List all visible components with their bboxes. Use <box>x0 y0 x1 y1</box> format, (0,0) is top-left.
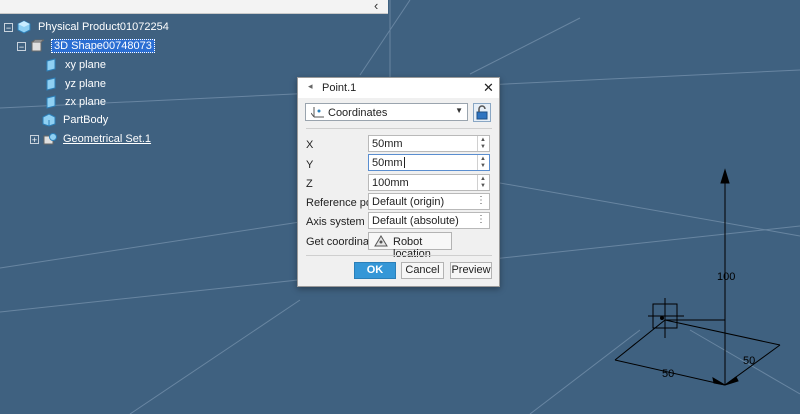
tree-node-shape[interactable]: − 3D Shape00748073 <box>17 37 155 55</box>
reference-point-value: Default (origin) <box>372 196 445 208</box>
y-spinner[interactable]: ▲ ▼ <box>477 155 489 170</box>
spin-up-icon[interactable]: ▲ <box>480 156 486 162</box>
y-value-field[interactable]: 50mm ▲ ▼ <box>368 154 490 171</box>
coordinates-icon <box>311 107 324 118</box>
dimension-z-label: 100 <box>717 271 735 283</box>
tree-label-zx-plane[interactable]: zx plane <box>65 96 106 108</box>
tree-label-geometrical-set[interactable]: Geometrical Set.1 <box>63 133 151 145</box>
tree-node-partbody[interactable]: PartBody <box>42 111 108 129</box>
y-value-wrap[interactable]: 50mm <box>372 157 405 169</box>
y-value[interactable]: 50mm <box>372 157 403 169</box>
z-label: Z <box>306 178 313 190</box>
expand-icon[interactable]: + <box>30 134 39 144</box>
cancel-button[interactable]: Cancel <box>401 262 444 279</box>
3d-shape-icon <box>30 39 44 52</box>
tree-collapse-bar[interactable]: ‹ <box>0 0 388 14</box>
lock-icon <box>476 105 488 120</box>
more-options-icon[interactable]: ⋮ <box>476 214 486 225</box>
collapse-icon[interactable]: − <box>17 41 26 51</box>
dimension-graphics <box>614 168 781 386</box>
tree-node-root[interactable]: − Physical Product01072254 <box>4 18 169 36</box>
tree-label-root[interactable]: Physical Product01072254 <box>38 21 169 33</box>
point-dialog: ◂ Point.1 ✕ Coordinates ▼ X 50mm ▲ ▼ Y 5… <box>297 77 500 287</box>
tree-label-xy-plane[interactable]: xy plane <box>65 59 106 71</box>
spin-up-icon[interactable]: ▲ <box>480 176 486 182</box>
chevron-left-icon[interactable]: ‹ <box>374 0 378 13</box>
tree-label-yz-plane[interactable]: yz plane <box>65 78 106 90</box>
dimension-y-label: 50 <box>743 355 755 367</box>
spin-down-icon[interactable]: ▼ <box>480 144 486 150</box>
axis-system-field[interactable]: Default (absolute) ⋮ <box>368 212 490 229</box>
z-arrow-head <box>720 168 730 184</box>
x-value-field[interactable]: 50mm ▲ ▼ <box>368 135 490 152</box>
lock-button[interactable] <box>473 103 491 122</box>
robot-location-label: Robot location <box>393 236 431 260</box>
x-label: X <box>306 139 314 151</box>
z-spinner[interactable]: ▲ ▼ <box>477 175 489 190</box>
pin-icon[interactable]: ◂ <box>308 81 313 92</box>
x-spinner[interactable]: ▲ ▼ <box>477 136 489 151</box>
plane-icon <box>46 58 56 72</box>
preview-button[interactable]: Preview <box>450 262 492 279</box>
z-value[interactable]: 100mm <box>372 177 409 189</box>
y-label: Y <box>306 159 314 171</box>
spin-down-icon[interactable]: ▼ <box>480 183 486 189</box>
tree-node-geometrical-set[interactable]: + Geometrical Set.1 <box>30 130 151 148</box>
tree-node-xy-plane[interactable]: xy plane <box>44 56 106 74</box>
more-options-icon[interactable]: ⋮ <box>476 195 486 206</box>
product-icon <box>17 20 31 34</box>
geometrical-set-icon <box>43 133 57 145</box>
separator <box>306 128 492 129</box>
reference-point-field[interactable]: Default (origin) ⋮ <box>368 193 490 210</box>
dropdown-arrow-icon[interactable]: ▼ <box>455 106 463 115</box>
dimension-x-label: 50 <box>662 368 674 380</box>
point-type-value: Coordinates <box>328 107 388 119</box>
close-icon[interactable]: ✕ <box>483 80 494 96</box>
point-type-dropdown[interactable]: Coordinates ▼ <box>305 103 468 121</box>
dialog-title: Point.1 <box>322 82 357 94</box>
ok-button[interactable]: OK <box>354 262 396 279</box>
x-value[interactable]: 50mm <box>372 138 403 150</box>
tree-node-zx-plane[interactable]: zx plane <box>44 93 106 111</box>
separator <box>306 255 492 256</box>
tree-label-partbody[interactable]: PartBody <box>63 114 108 126</box>
spin-up-icon[interactable]: ▲ <box>480 137 486 143</box>
plane-icon <box>46 77 56 91</box>
tree-node-yz-plane[interactable]: yz plane <box>44 75 106 93</box>
collapse-icon[interactable]: − <box>4 22 13 32</box>
robot-location-button[interactable]: Robot location <box>368 232 452 260</box>
plane-icon <box>46 95 56 109</box>
text-cursor <box>403 157 405 168</box>
robot-icon <box>374 235 388 247</box>
axis-system-label: Axis system <box>306 216 365 228</box>
dialog-title-bar[interactable]: ◂ Point.1 ✕ <box>298 78 499 98</box>
partbody-icon <box>42 113 56 127</box>
spin-down-icon[interactable]: ▼ <box>480 163 486 169</box>
z-value-field[interactable]: 100mm ▲ ▼ <box>368 174 490 191</box>
tree-label-shape[interactable]: 3D Shape00748073 <box>51 39 155 53</box>
axis-system-value: Default (absolute) <box>372 215 459 227</box>
